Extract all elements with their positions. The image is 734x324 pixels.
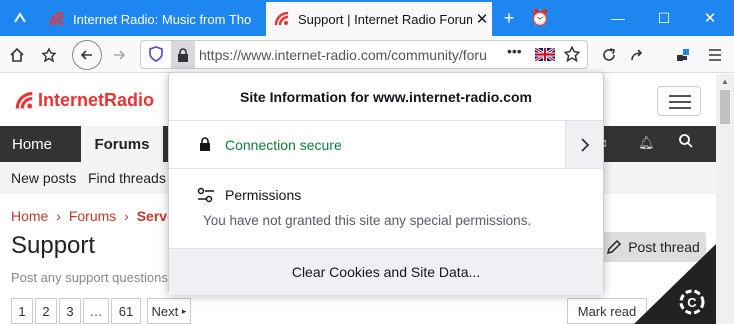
connection-status: Connection secure (225, 137, 342, 153)
next-page-button[interactable]: Next ▸ (147, 298, 191, 324)
close-tab-icon[interactable]: ✕ (472, 10, 492, 28)
page-link[interactable]: 61 (111, 298, 141, 324)
permissions-section: Permissions You have not granted this si… (169, 169, 603, 249)
radio-favicon-icon (49, 11, 64, 26)
permissions-sliders-icon (197, 187, 214, 203)
tab-support-forum[interactable]: Support | Internet Radio Forum ✕ (266, 2, 492, 36)
chevron-right-icon: › (124, 208, 129, 224)
edit-pencil-icon (607, 239, 622, 255)
pagination: 1 2 3 … 61 Next ▸ (11, 298, 191, 324)
scroll-up-icon[interactable]: ▲ (721, 77, 729, 86)
tab-list-icon[interactable] (0, 0, 40, 36)
new-tab-icon[interactable]: + (495, 0, 523, 36)
bookmark-star-icon[interactable] (36, 42, 62, 68)
bookmark-page-icon[interactable] (563, 45, 581, 68)
page-link[interactable]: 2 (35, 298, 57, 324)
minimize-icon[interactable]: — (596, 0, 640, 36)
radio-logo-icon (15, 91, 33, 109)
tab-title: Support | Internet Radio Forum (298, 11, 472, 27)
tab-title: Internet Radio: Music from Tho (73, 11, 252, 27)
home-icon[interactable] (4, 42, 30, 68)
new-posts-link[interactable]: New posts (11, 170, 76, 186)
page-link[interactable]: 3 (59, 298, 81, 324)
close-window-icon[interactable]: ✕ (688, 0, 732, 36)
page-scrollbar[interactable]: ▲ (716, 74, 734, 324)
navigation-bar: https://www.internet-radio.com/community… (0, 36, 734, 73)
page-ellipsis[interactable]: … (83, 298, 109, 324)
find-threads-link[interactable]: Find threads (88, 170, 166, 186)
popup-title: Site Information for www.internet-radio.… (169, 73, 603, 121)
search-icon[interactable] (678, 133, 694, 154)
padlock-icon (200, 137, 210, 151)
alarm-clock-icon[interactable]: ⏰ (526, 0, 554, 36)
next-label: Next (151, 303, 179, 319)
chevron-right-icon: › (56, 208, 61, 224)
logo-text: InternetRadio (38, 90, 155, 110)
breadcrumb-forums[interactable]: Forums (69, 208, 116, 224)
svg-text:C: C (687, 295, 697, 310)
extensions-icon[interactable] (670, 42, 696, 68)
tab-internet-radio-music[interactable]: Internet Radio: Music from Tho (41, 2, 265, 36)
page-actions-icon[interactable]: ••• (507, 43, 522, 59)
forward-share-icon[interactable] (624, 42, 650, 68)
url-text: https://www.internet-radio.com/community… (199, 47, 487, 63)
corner-logo-badge[interactable]: C (634, 244, 716, 324)
reload-icon[interactable] (596, 42, 622, 68)
back-button[interactable] (72, 40, 102, 70)
site-menu-button[interactable] (657, 86, 701, 116)
permissions-label: Permissions (225, 187, 302, 203)
padlock-icon[interactable] (171, 41, 195, 68)
site-information-popup: Site Information for www.internet-radio.… (168, 72, 604, 295)
forward-button[interactable] (106, 42, 132, 68)
nav-home[interactable]: Home (12, 136, 52, 153)
radio-favicon-icon (274, 11, 289, 26)
page-link[interactable]: 1 (11, 298, 33, 324)
clear-cookies-button[interactable]: Clear Cookies and Site Data... (169, 249, 603, 295)
url-bar[interactable]: https://www.internet-radio.com/community… (140, 40, 588, 69)
chevron-right-icon (580, 137, 589, 152)
page-title: Support (11, 232, 96, 259)
breadcrumb-home[interactable]: Home (11, 208, 48, 224)
menu-icon[interactable] (702, 42, 728, 68)
title-bar: Internet Radio: Music from Tho Support |… (0, 0, 734, 36)
chevron-right-icon: ▸ (181, 305, 187, 316)
tracking-shield-icon[interactable] (149, 46, 163, 67)
connection-row[interactable]: Connection secure (169, 121, 603, 169)
page-description: Post any support questions (11, 270, 168, 285)
uk-flag-icon[interactable] (534, 46, 556, 63)
connection-details-button[interactable] (565, 121, 603, 168)
breadcrumb: Home › Forums › Serve (11, 208, 175, 224)
maximize-icon[interactable]: ☐ (642, 0, 686, 36)
permissions-description: You have not granted this site any speci… (203, 213, 532, 228)
scrollbar-thumb[interactable] (720, 90, 730, 124)
bell-icon[interactable]: 🔔︎ (638, 135, 655, 151)
site-logo[interactable]: InternetRadio (14, 90, 154, 111)
nav-forums[interactable]: Forums (81, 126, 163, 162)
